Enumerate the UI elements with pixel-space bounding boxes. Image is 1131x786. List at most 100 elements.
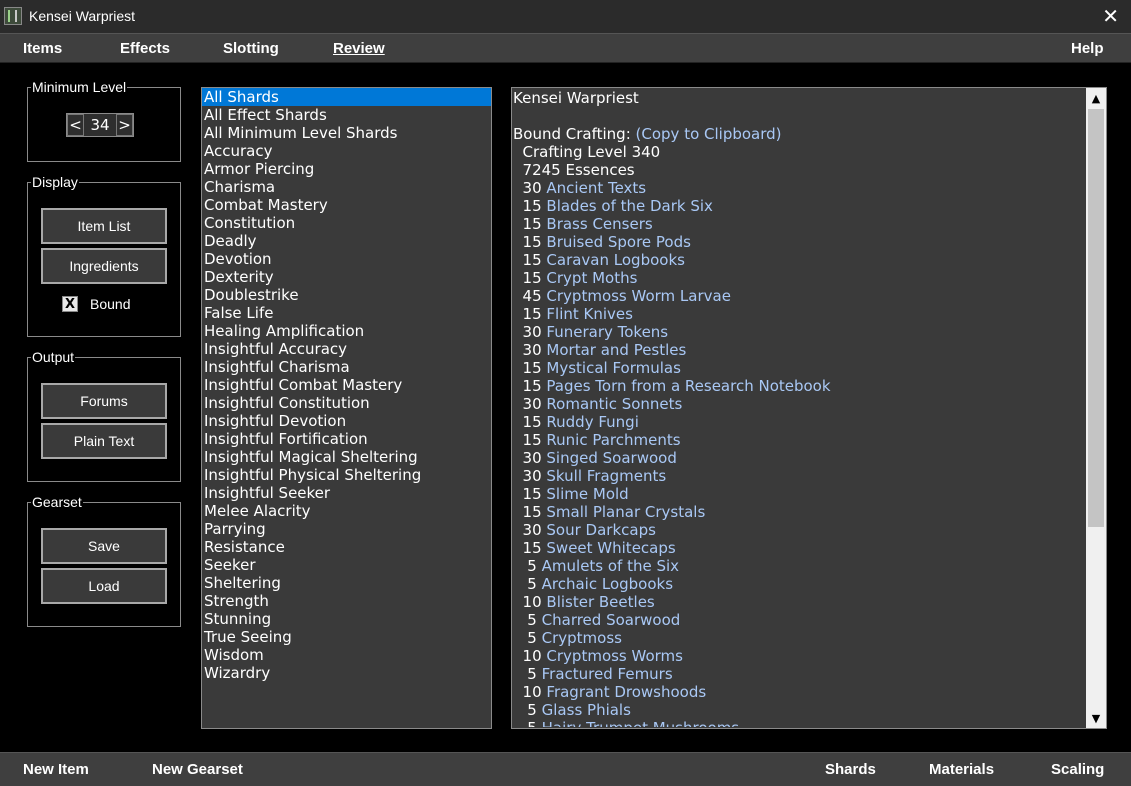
shard-list-item[interactable]: Doublestrike [202,286,491,304]
material-name: Cryptmoss Worms [546,647,683,665]
shard-list-item[interactable]: Constitution [202,214,491,232]
material-name: Brass Censers [546,215,653,233]
shard-list-item[interactable]: Insightful Accuracy [202,340,491,358]
material-quantity: 15 [513,233,542,251]
material-quantity: 10 [513,683,542,701]
review-text: Kensei Warpriest Bound Crafting: (Copy t… [512,89,1087,727]
shard-list-item[interactable]: Sheltering [202,574,491,592]
menu-effects[interactable]: Effects [120,40,170,57]
material-quantity: 30 [513,323,542,341]
materials-button[interactable]: Materials [929,761,994,778]
shard-list-item[interactable]: Dexterity [202,268,491,286]
scaling-button[interactable]: Scaling [1051,761,1104,778]
shard-list-item[interactable]: Insightful Constitution [202,394,491,412]
material-quantity: 30 [513,449,542,467]
shards-button[interactable]: Shards [825,761,876,778]
copy-to-clipboard-link[interactable]: (Copy to Clipboard) [636,125,782,143]
shard-list-item[interactable]: Melee Alacrity [202,502,491,520]
close-icon[interactable]: ✕ [1102,4,1119,28]
shard-list-item[interactable]: Insightful Seeker [202,484,491,502]
review-panel[interactable]: Kensei Warpriest Bound Crafting: (Copy t… [511,87,1107,729]
shard-list-item[interactable]: False Life [202,304,491,322]
material-line: 15 Runic Parchments [512,431,1087,449]
material-line: 10 Fragrant Drowshoods [512,683,1087,701]
load-button[interactable]: Load [41,568,167,604]
material-name: Crypt Moths [546,269,638,287]
material-name: Ruddy Fungi [546,413,639,431]
ingredients-button[interactable]: Ingredients [41,248,167,284]
material-line: 30 Ancient Texts [512,179,1087,197]
level-value[interactable]: 34 [84,114,116,136]
shard-list-item[interactable]: Charisma [202,178,491,196]
crafting-level-line: Crafting Level 340 [513,143,661,161]
shard-list-item[interactable]: Wizardry [202,664,491,682]
new-item-button[interactable]: New Item [23,761,89,778]
item-list-button[interactable]: Item List [41,208,167,244]
shard-list-item[interactable]: Insightful Physical Sheltering [202,466,491,484]
output-label: Output [31,349,76,365]
level-decrement-button[interactable]: < [67,114,84,136]
display-label: Display [31,174,79,190]
shard-list-item[interactable]: All Effect Shards [202,106,491,124]
shard-list-item[interactable]: Insightful Fortification [202,430,491,448]
forums-button[interactable]: Forums [41,383,167,419]
shard-list-item[interactable]: Insightful Charisma [202,358,491,376]
scroll-down-icon[interactable]: ▼ [1086,708,1106,728]
shard-list-item[interactable]: All Shards [202,88,491,106]
material-name: Blades of the Dark Six [546,197,713,215]
material-name: Charred Soarwood [541,611,681,629]
shard-list-item[interactable]: Parrying [202,520,491,538]
plain-text-button[interactable]: Plain Text [41,423,167,459]
material-line: 5 Fractured Femurs [512,665,1087,683]
material-name: Archaic Logbooks [541,575,674,593]
scroll-thumb[interactable] [1088,109,1104,527]
material-line: 15 Bruised Spore Pods [512,233,1087,251]
material-name: Fractured Femurs [541,665,673,683]
material-name: Amulets of the Six [541,557,680,575]
material-quantity: 10 [513,647,542,665]
shard-list-item[interactable]: Strength [202,592,491,610]
shard-list-item[interactable]: Insightful Combat Mastery [202,376,491,394]
shard-list-item[interactable]: Wisdom [202,646,491,664]
level-increment-button[interactable]: > [116,114,133,136]
bound-label: Bound [90,296,131,312]
shard-list-item[interactable]: Insightful Magical Sheltering [202,448,491,466]
shard-list-item[interactable]: Resistance [202,538,491,556]
title-bar: Kensei Warpriest ✕ [0,0,1131,34]
material-line: 5 Cryptmoss [512,629,1087,647]
vertical-scrollbar[interactable]: ▲ ▼ [1086,88,1106,728]
shard-list-item[interactable]: Stunning [202,610,491,628]
shard-list-item[interactable]: Deadly [202,232,491,250]
shard-list-item[interactable]: Seeker [202,556,491,574]
display-group: Display Item List Ingredients X Bound [27,174,181,337]
menu-review[interactable]: Review [333,40,385,57]
shard-list-item[interactable]: All Minimum Level Shards [202,124,491,142]
window-title: Kensei Warpriest [29,8,136,24]
save-button[interactable]: Save [41,528,167,564]
menu-slotting[interactable]: Slotting [223,40,279,57]
minimum-level-label: Minimum Level [31,79,128,95]
material-line: 5 Glass Phials [512,701,1087,719]
material-name: Funerary Tokens [546,323,669,341]
shard-list-item[interactable]: Accuracy [202,142,491,160]
material-quantity: 15 [513,377,542,395]
menu-help[interactable]: Help [1071,40,1104,57]
bound-checkbox[interactable]: X [62,296,78,312]
new-gearset-button[interactable]: New Gearset [152,761,243,778]
material-quantity: 15 [513,305,542,323]
shard-list-item[interactable]: Healing Amplification [202,322,491,340]
shard-list-item[interactable]: Combat Mastery [202,196,491,214]
menu-items[interactable]: Items [23,40,62,57]
shard-list-item[interactable]: Armor Piercing [202,160,491,178]
material-name: Mystical Formulas [546,359,681,377]
shard-list-item[interactable]: True Seeing [202,628,491,646]
shard-list-item[interactable]: Insightful Devotion [202,412,491,430]
shard-list-item[interactable]: Devotion [202,250,491,268]
scroll-up-icon[interactable]: ▲ [1086,88,1106,108]
material-line: 30 Funerary Tokens [512,323,1087,341]
material-line: 15 Crypt Moths [512,269,1087,287]
shards-list[interactable]: All Shards All Effect Shards All Minimum L… [201,87,492,729]
bottom-bar: New Item New Gearset Shards Materials Sc… [0,752,1131,786]
material-quantity: 15 [513,539,542,557]
